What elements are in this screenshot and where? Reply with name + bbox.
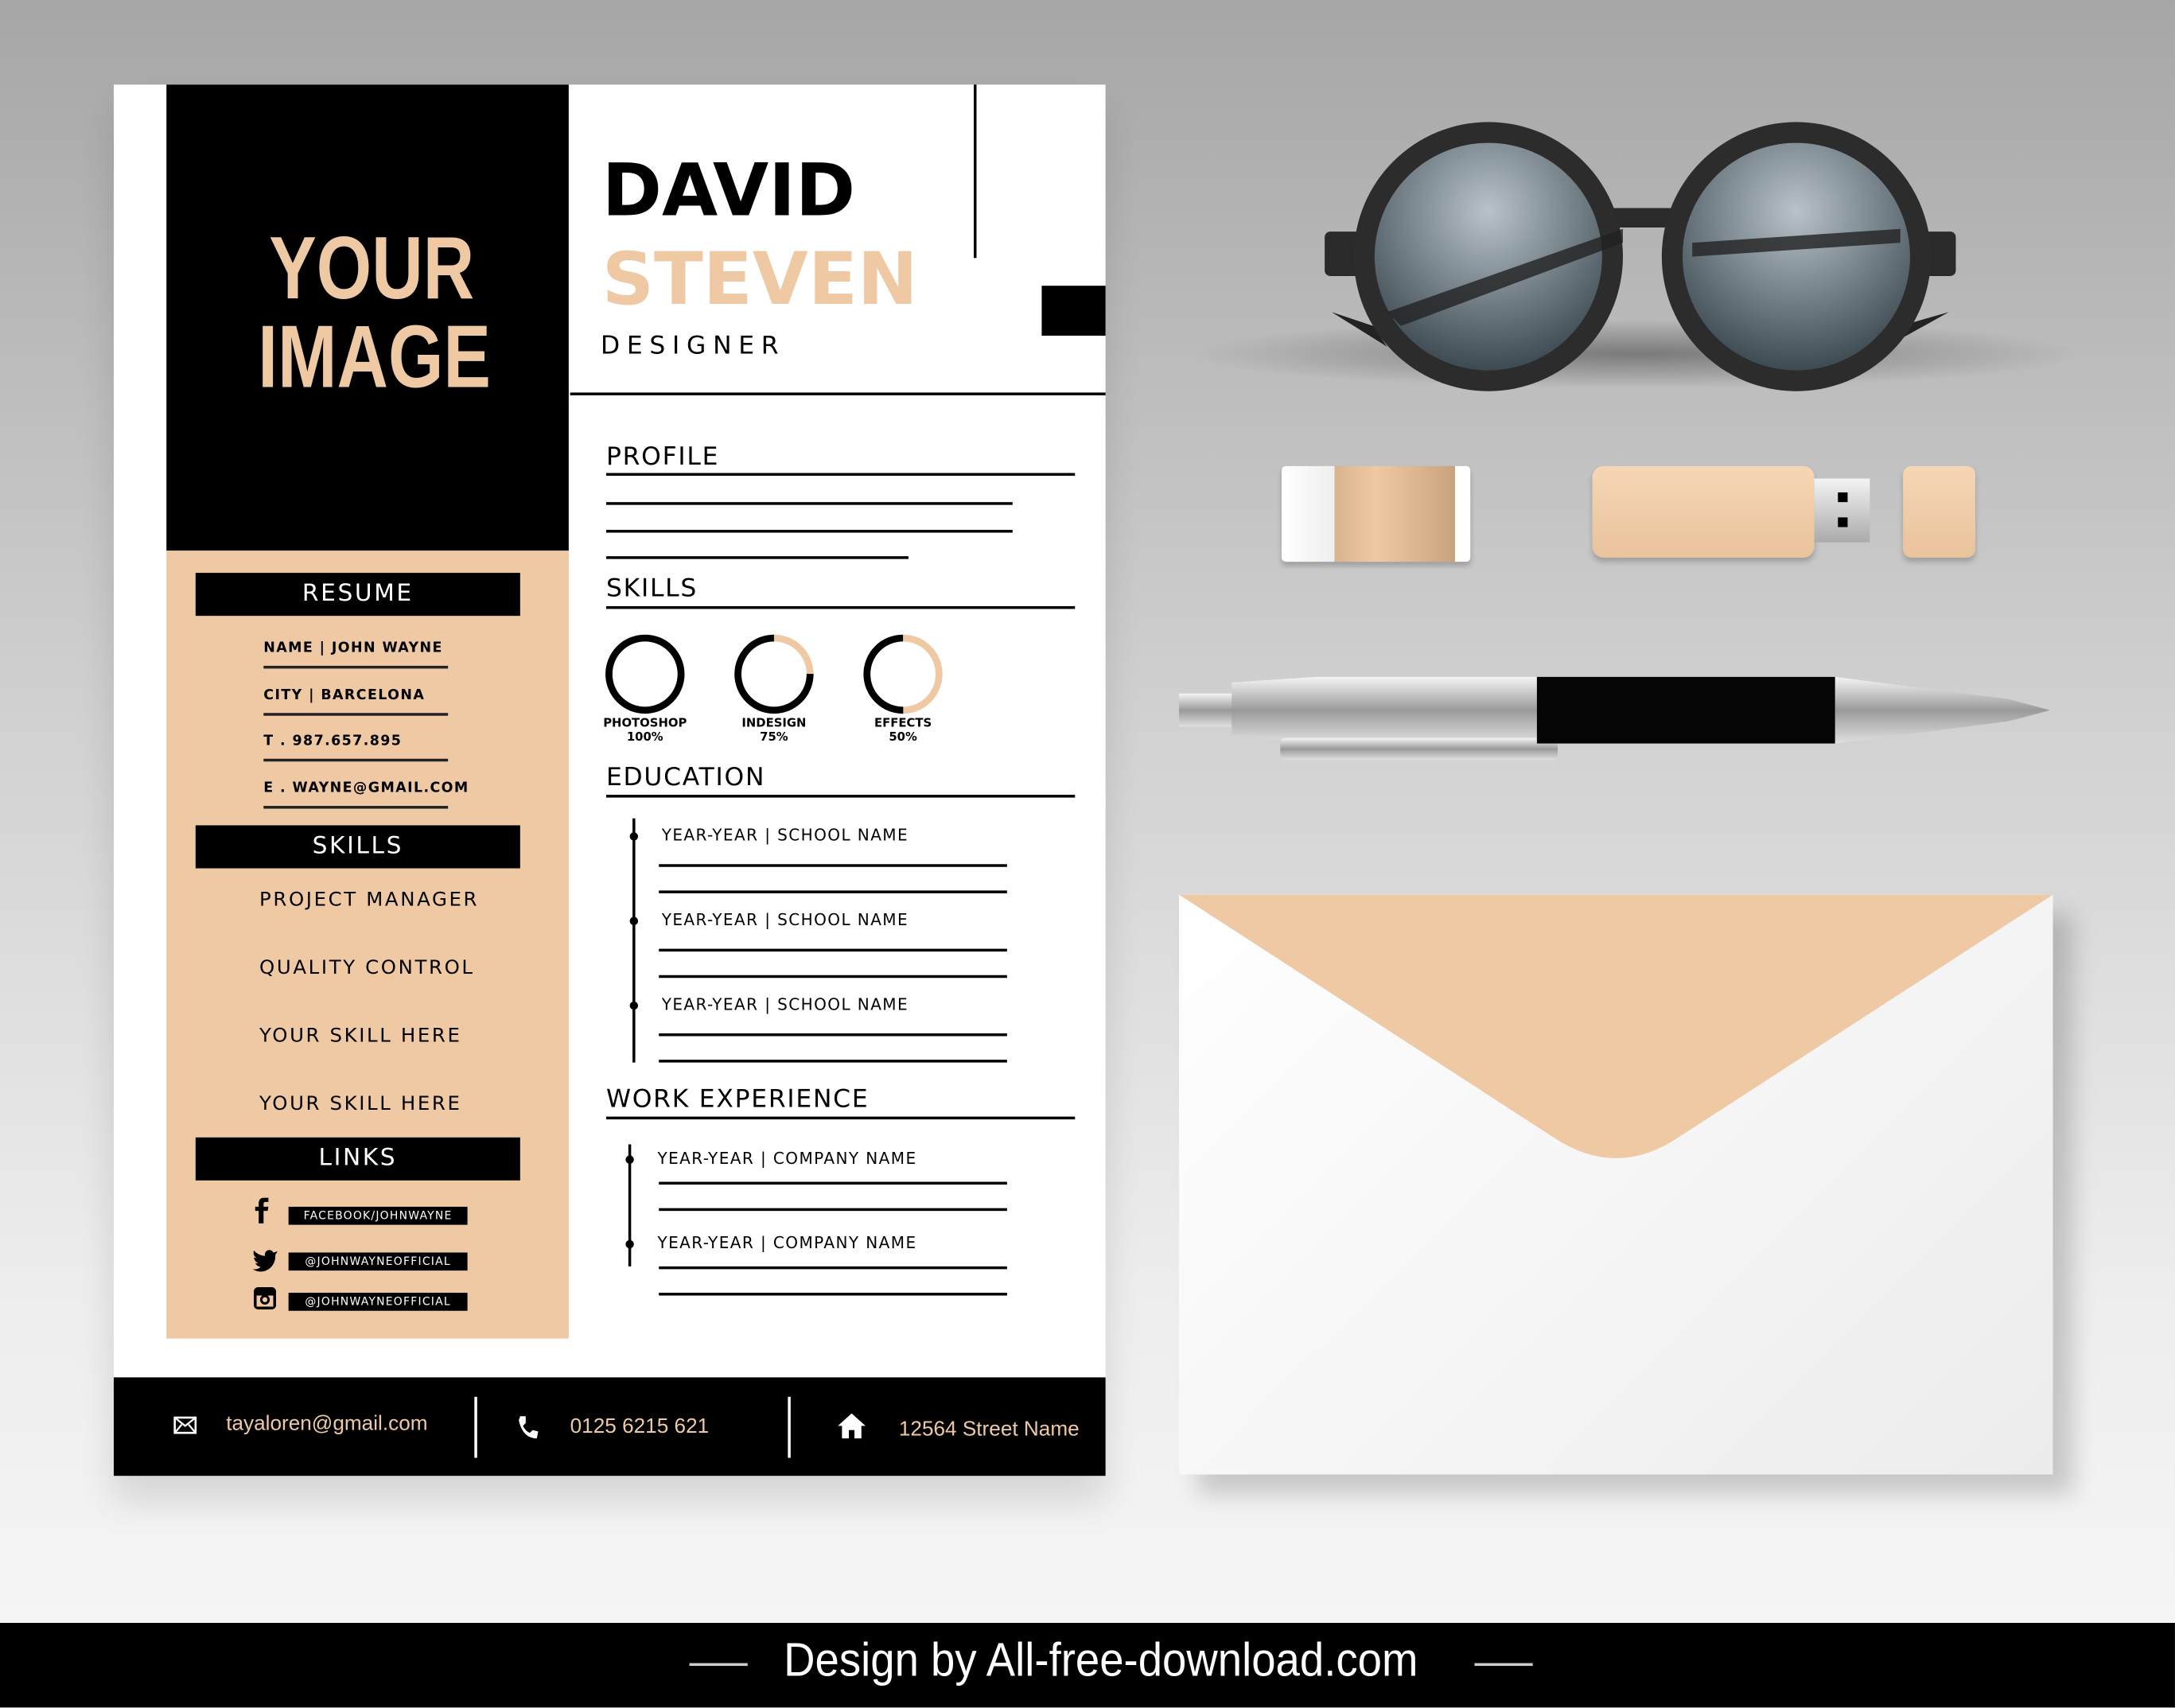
timeline bbox=[632, 818, 636, 1063]
skill-percent: 50% bbox=[889, 730, 917, 745]
education-entry: YEAR-YEAR | SCHOOL NAME bbox=[661, 994, 909, 1014]
timeline-dot bbox=[629, 832, 639, 841]
skill-name: INDESIGN bbox=[741, 717, 807, 731]
text-line bbox=[659, 1266, 1007, 1270]
usb-drive bbox=[1592, 465, 1815, 558]
text-line bbox=[659, 1060, 1007, 1063]
work-entry: YEAR-YEAR | COMPANY NAME bbox=[657, 1148, 917, 1169]
social-link[interactable]: @JOHNWAYNEOFFICIAL bbox=[288, 1252, 468, 1271]
ring-fill-photoshop bbox=[605, 634, 685, 714]
skill-ring-label: PHOTOSHOP 100% bbox=[589, 717, 700, 745]
education-entry: YEAR-YEAR | SCHOOL NAME bbox=[661, 909, 909, 930]
text-line bbox=[659, 948, 1007, 952]
underline bbox=[263, 758, 449, 762]
timeline-dot bbox=[625, 1239, 634, 1249]
skill-item: YOUR SKILL HERE bbox=[259, 1092, 462, 1115]
rule bbox=[605, 605, 1076, 609]
section-profile: PROFILE bbox=[605, 442, 720, 472]
text-line bbox=[659, 1208, 1007, 1212]
instagram-icon[interactable] bbox=[251, 1285, 279, 1313]
footer-address: 12564 Street Name bbox=[898, 1417, 1080, 1441]
rule bbox=[605, 473, 1076, 477]
education-entry: YEAR-YEAR | SCHOOL NAME bbox=[661, 825, 909, 845]
text-line bbox=[605, 530, 1013, 533]
contact-info: E . WAYNE@GMAIL.COM bbox=[263, 780, 469, 796]
photo-text-2: IMAGE bbox=[258, 306, 491, 407]
skill-percent: 100% bbox=[626, 730, 663, 745]
skill-item: YOUR SKILL HERE bbox=[259, 1025, 462, 1048]
text-line bbox=[659, 890, 1007, 893]
social-link[interactable]: FACEBOOK/JOHNWAYNE bbox=[288, 1206, 468, 1225]
skill-ring-label: INDESIGN 75% bbox=[718, 717, 829, 745]
photo-placeholder: YOUR IMAGE bbox=[166, 84, 569, 551]
footer-phone[interactable]: 0125 6215 621 bbox=[570, 1414, 710, 1438]
footer-email[interactable]: tayaloren@gmail.com bbox=[226, 1412, 427, 1436]
usb-cap-small bbox=[1903, 465, 1975, 558]
section-education: EDUCATION bbox=[605, 762, 766, 792]
section-skills: SKILLS bbox=[605, 574, 698, 604]
timeline-dot bbox=[629, 1001, 639, 1010]
envelope-icon bbox=[173, 1416, 197, 1434]
social-link[interactable]: @JOHNWAYNEOFFICIAL bbox=[288, 1293, 468, 1311]
text-line bbox=[605, 502, 1013, 505]
skill-name: EFFECTS bbox=[874, 717, 932, 731]
pen-illustration bbox=[1179, 676, 2051, 761]
underline bbox=[263, 805, 449, 808]
timeline-dot bbox=[625, 1155, 634, 1164]
last-name: STEVEN bbox=[601, 238, 918, 322]
text-line bbox=[605, 556, 909, 559]
resume-heading: RESUME bbox=[195, 573, 520, 617]
rule bbox=[605, 795, 1076, 798]
rule bbox=[605, 1116, 1076, 1120]
contact-info: CITY | BARCELONA bbox=[263, 687, 426, 703]
skill-name: PHOTOSHOP bbox=[603, 717, 687, 731]
phone-icon bbox=[519, 1416, 539, 1439]
contact-info: T . 987.657.895 bbox=[263, 733, 403, 749]
watermark-bar: Design by All-free-download.com bbox=[0, 1623, 2175, 1708]
first-name: DAVID bbox=[601, 150, 856, 233]
usb-cap bbox=[1282, 465, 1471, 562]
home-icon bbox=[838, 1413, 866, 1439]
canvas: YOUR IMAGE DAVID STEVEN DESIGNER PROFILE… bbox=[0, 0, 2175, 1708]
links-heading: LINKS bbox=[195, 1137, 520, 1181]
text-line bbox=[659, 1033, 1007, 1037]
usb-connector bbox=[1814, 478, 1870, 543]
text-line bbox=[659, 975, 1007, 979]
skill-ring-label: EFFECTS 50% bbox=[847, 717, 958, 745]
underline bbox=[263, 712, 449, 715]
divider bbox=[474, 1396, 477, 1458]
divider bbox=[788, 1396, 791, 1458]
skill-item: QUALITY CONTROL bbox=[259, 957, 475, 979]
text-line bbox=[659, 864, 1007, 867]
skill-item: PROJECT MANAGER bbox=[259, 889, 480, 912]
header-divider bbox=[570, 392, 1106, 395]
divider bbox=[974, 84, 977, 259]
photo-text-1: YOUR bbox=[269, 217, 475, 318]
work-entry: YEAR-YEAR | COMPANY NAME bbox=[657, 1233, 917, 1253]
section-work: WORK EXPERIENCE bbox=[605, 1084, 870, 1115]
glasses-illustration bbox=[1193, 122, 2081, 391]
job-title: DESIGNER bbox=[600, 331, 786, 361]
underline bbox=[263, 665, 449, 669]
skill-percent: 75% bbox=[760, 730, 788, 745]
twitter-icon[interactable] bbox=[251, 1246, 279, 1274]
envelope-flap bbox=[1179, 894, 2053, 1158]
decor-block bbox=[1041, 286, 1106, 336]
timeline-dot bbox=[629, 916, 639, 925]
envelope bbox=[1179, 894, 2053, 1475]
watermark-text: Design by All-free-download.com bbox=[784, 1633, 1418, 1687]
text-line bbox=[659, 1293, 1007, 1296]
facebook-icon[interactable] bbox=[251, 1196, 279, 1224]
skills-heading: SKILLS bbox=[195, 825, 520, 869]
text-line bbox=[659, 1181, 1007, 1185]
contact-info: NAME | JOHN WAYNE bbox=[263, 640, 443, 656]
